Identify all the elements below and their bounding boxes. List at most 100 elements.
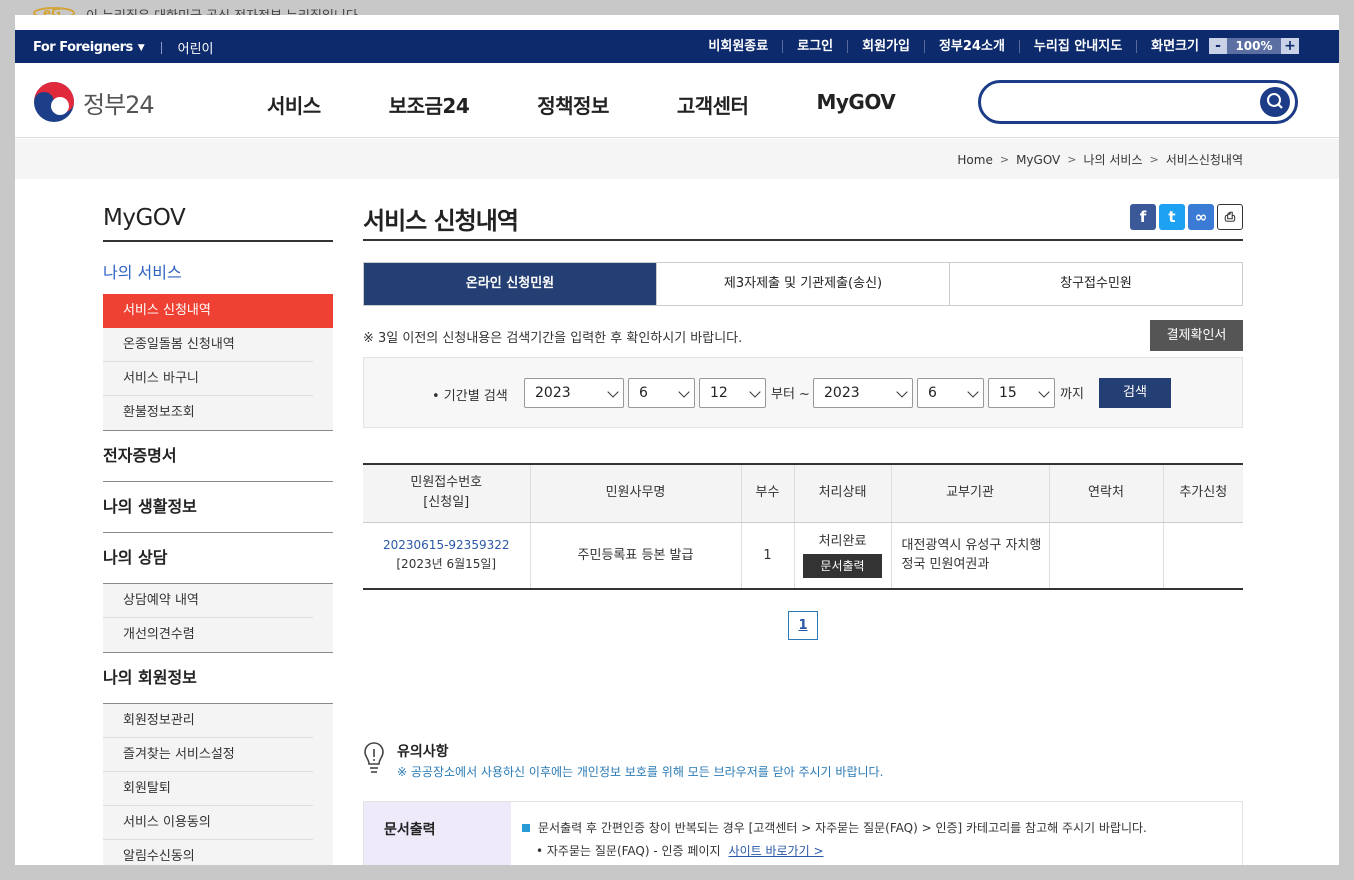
share-tools: f t ∞ ⎙	[1127, 204, 1243, 230]
contact-cell	[1048, 522, 1163, 589]
chevron-down-icon	[607, 386, 619, 398]
search-input[interactable]	[978, 80, 1298, 124]
zoom-value: 100%	[1227, 38, 1281, 54]
taegeuk-emblem-icon	[34, 82, 74, 122]
site-header: 정부24 서비스 보조금24 정책정보 고객센터 MyGOV	[15, 63, 1339, 138]
status-cell: 처리완료 문서출력	[793, 522, 891, 589]
to-month-select[interactable]: 6	[917, 378, 984, 408]
search-period-button[interactable]: 검색	[1099, 378, 1171, 408]
login-link[interactable]: 로그인	[783, 39, 849, 53]
print-document-button[interactable]: 문서출력	[803, 554, 882, 579]
sidebar-item-withdraw[interactable]: 회원탈퇴	[103, 772, 313, 806]
tab-online[interactable]: 온라인 신청민원	[364, 263, 656, 305]
sidebar-section-life-info[interactable]: 나의 생활정보	[103, 481, 333, 532]
nav-customer-center[interactable]: 고객센터	[677, 90, 749, 119]
tab-bar: 온라인 신청민원 제3자제출 및 기관제출(송신) 창구접수민원	[363, 262, 1243, 306]
zoom-out-button[interactable]: -	[1209, 38, 1227, 54]
sitemap-link[interactable]: 누리집 안내지도	[1020, 39, 1138, 53]
lightbulb-icon	[364, 742, 384, 773]
tab-counter[interactable]: 창구접수민원	[949, 263, 1242, 305]
col-contact: 연락처	[1048, 464, 1163, 523]
info-line-2: • 자주묻는 질문(FAQ) - 인증 페이지 사이트 바로가기 >	[536, 844, 824, 858]
from-year-select[interactable]: 2023	[524, 378, 624, 408]
about-link[interactable]: 정부24소개	[925, 39, 1020, 53]
page-1-button[interactable]: 1	[788, 611, 818, 640]
sidebar-item-notification[interactable]: 알림수신동의	[103, 840, 313, 865]
col-name: 민원사무명	[529, 464, 741, 523]
sidebar: MyGOV 나의 서비스 서비스 신청내역 온종일돌봄 신청내역 서비스 바구니…	[103, 179, 333, 865]
sidebar-item-basket[interactable]: 서비스 바구니	[103, 362, 313, 396]
breadcrumb-my-service[interactable]: 나의 서비스	[1083, 151, 1142, 168]
bullet-square-icon	[522, 824, 530, 832]
browser-frame: For Foreigners ▼ 어린이 비회원종료 로그인 회원가입 정부24…	[15, 15, 1339, 865]
sidebar-submenu-member: 회원정보관리 즐겨찾는 서비스설정 회원탈퇴 서비스 이용동의 알림수신동의	[103, 703, 333, 865]
breadcrumb-home[interactable]: Home	[957, 153, 992, 167]
for-foreigners-menu[interactable]: For Foreigners	[33, 40, 133, 55]
brand-logo[interactable]: 정부24	[33, 81, 155, 123]
print-icon[interactable]: ⎙	[1217, 204, 1243, 230]
divider	[160, 41, 162, 54]
chevron-down-icon	[896, 386, 908, 398]
search-button[interactable]	[1260, 87, 1290, 117]
info-label: 문서출력	[364, 802, 511, 865]
sidebar-item-consult-reservation[interactable]: 상담예약 내역	[103, 584, 313, 618]
receipt-cell: 20230615-92359322 [2023년 6월15일]	[363, 522, 530, 589]
chevron-down-icon	[749, 386, 761, 398]
sidebar-item-service-history[interactable]: 서비스 신청내역	[103, 294, 333, 328]
link-icon[interactable]: ∞	[1188, 204, 1214, 230]
chevron-down-icon	[1038, 386, 1050, 398]
logout-guest-link[interactable]: 비회원종료	[694, 39, 784, 53]
sidebar-section-certificate[interactable]: 전자증명서	[103, 430, 333, 481]
sidebar-item-feedback[interactable]: 개선의견수렴	[103, 618, 313, 652]
nav-services[interactable]: 서비스	[267, 90, 321, 119]
chevron-right-icon: >	[1067, 153, 1077, 166]
nav-policy[interactable]: 정책정보	[537, 90, 609, 119]
sidebar-section-member[interactable]: 나의 회원정보	[103, 652, 333, 703]
issuing-org: 대전광역시 유성구 자치행정국 민원여권과	[890, 522, 1049, 589]
col-status: 처리상태	[793, 464, 891, 523]
table-row: 20230615-92359322 [2023년 6월15일] 주민등록표 등본…	[363, 522, 1243, 589]
faq-site-link[interactable]: 사이트 바로가기 >	[729, 844, 824, 858]
col-copies: 부수	[740, 464, 794, 523]
chevron-down-icon	[678, 386, 690, 398]
col-org: 교부기관	[890, 464, 1049, 523]
payment-receipt-button[interactable]: 결제확인서	[1150, 320, 1243, 351]
sidebar-item-care-history[interactable]: 온종일돌봄 신청내역	[103, 328, 313, 362]
period-label: • 기간별 검색	[432, 389, 508, 404]
caution-title: 유의사항	[397, 744, 449, 760]
sidebar-section-my-service[interactable]: 나의 서비스	[103, 242, 333, 294]
document-print-info: 문서출력 문서출력 후 간편인증 창이 반복되는 경우 [고객센터 > 자주묻는…	[363, 801, 1243, 865]
sidebar-item-member-info[interactable]: 회원정보관리	[103, 704, 313, 738]
kids-link[interactable]: 어린이	[178, 38, 214, 57]
period-filter: • 기간별 검색 2023 6 12 부터 ~ 2023 6 15 까지 검색	[363, 357, 1243, 428]
sidebar-section-consult[interactable]: 나의 상담	[103, 532, 333, 583]
chevron-right-icon: >	[1149, 153, 1159, 166]
main-nav: 서비스 보조금24 정책정보 고객센터 MyGOV	[267, 90, 963, 119]
extra-cell	[1162, 522, 1243, 589]
twitter-icon[interactable]: t	[1159, 204, 1185, 230]
sidebar-item-consent[interactable]: 서비스 이용동의	[103, 806, 313, 840]
search-icon	[1267, 93, 1283, 109]
nav-subsidy[interactable]: 보조금24	[389, 90, 470, 119]
sidebar-item-favorites[interactable]: 즐겨찾는 서비스설정	[103, 738, 313, 772]
nav-mygov[interactable]: MyGOV	[816, 90, 895, 119]
to-day-select[interactable]: 15	[988, 378, 1055, 408]
zoom-in-button[interactable]: +	[1281, 38, 1299, 54]
tab-third-party[interactable]: 제3자제출 및 기관제출(송신)	[656, 263, 949, 305]
breadcrumb: Home > MyGOV > 나의 서비스 > 서비스신청내역	[957, 151, 1243, 168]
chevron-down-icon	[967, 386, 979, 398]
from-day-select[interactable]: 12	[699, 378, 766, 408]
status-badge: 처리완료	[818, 534, 867, 550]
from-month-select[interactable]: 6	[628, 378, 695, 408]
copies-count: 1	[740, 522, 794, 589]
facebook-icon[interactable]: f	[1130, 204, 1156, 230]
to-year-select[interactable]: 2023	[813, 378, 913, 408]
col-receipt: 민원접수번호 [신청일]	[363, 464, 530, 523]
signup-link[interactable]: 회원가입	[848, 39, 925, 53]
title-divider	[363, 239, 1243, 241]
receipt-number-link[interactable]: 20230615-92359322	[383, 538, 510, 552]
breadcrumb-band: Home > MyGOV > 나의 서비스 > 서비스신청내역	[15, 139, 1339, 179]
breadcrumb-mygov[interactable]: MyGOV	[1016, 153, 1060, 167]
service-name: 주민등록표 등본 발급	[529, 522, 741, 589]
sidebar-item-refund[interactable]: 환불정보조회	[103, 396, 313, 430]
